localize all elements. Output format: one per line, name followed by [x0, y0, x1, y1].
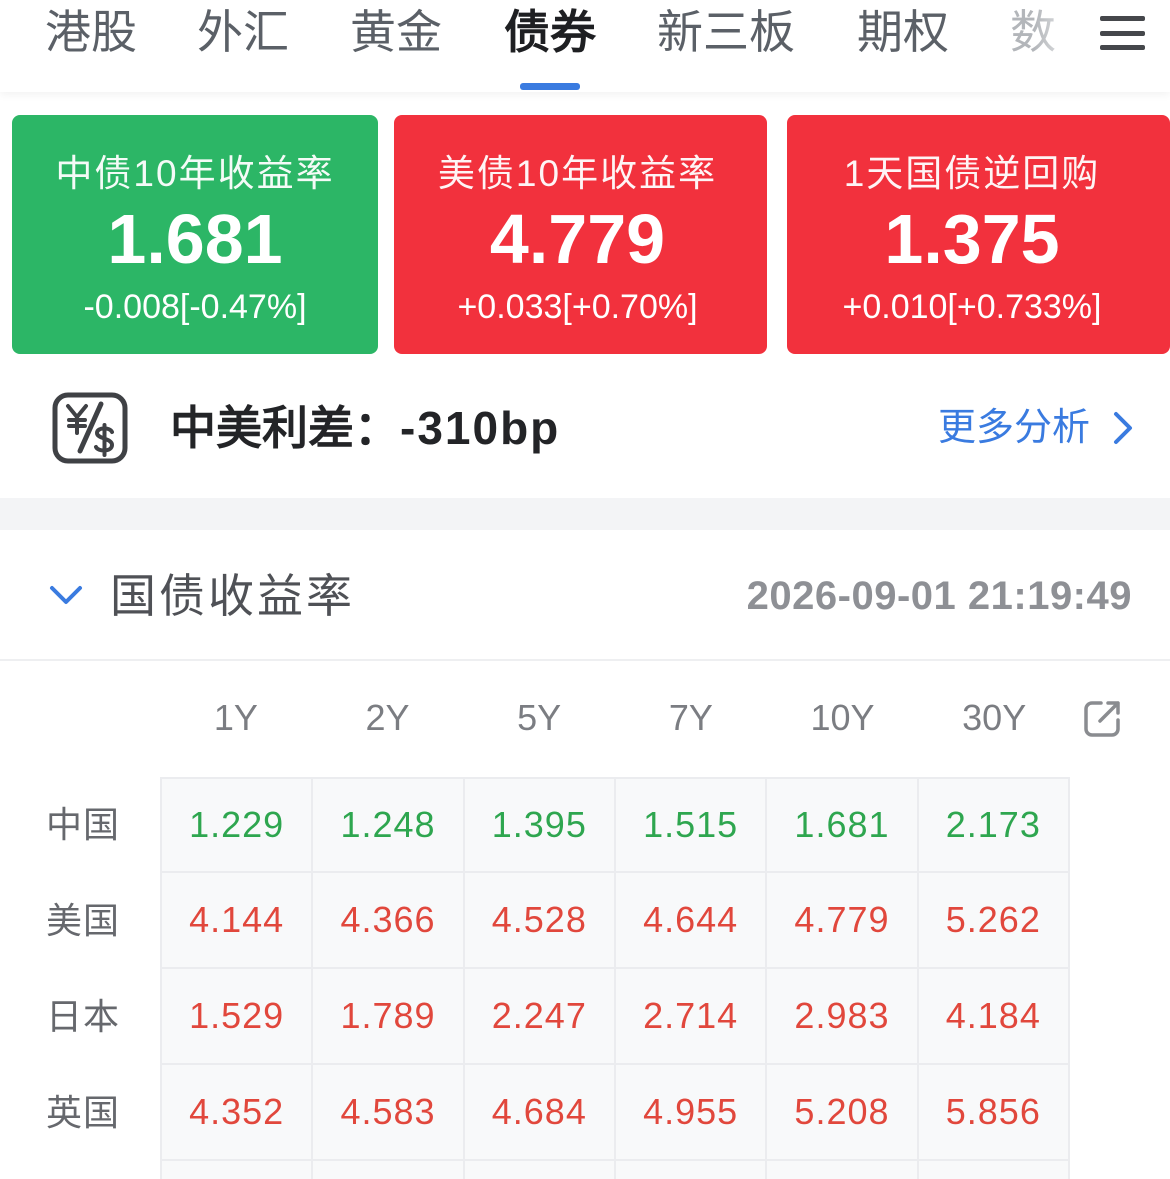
row-label: 英国: [46, 1092, 121, 1133]
yield-cell: 2.173: [918, 777, 1070, 873]
spread-value: -310bp: [400, 402, 561, 454]
yield-cell: 4.779: [767, 873, 919, 969]
column-header: 7Y: [668, 697, 713, 738]
table-header: 1Y 2Y 5Y 7Y 10Y 30Y: [160, 694, 1070, 742]
yield-cell: 4.352: [162, 1065, 314, 1161]
yield-cell: 1.789: [313, 969, 465, 1065]
tab-overflow-fade: [1034, 0, 1098, 70]
yield-cell: 5.856: [918, 1065, 1070, 1161]
yield-cell: 5.208: [767, 1065, 919, 1161]
row-values: 4.144 4.366 4.528 4.644 4.779 5.262: [160, 873, 1070, 969]
column-header: 10Y: [810, 697, 875, 738]
yield-cell: 4.184: [918, 969, 1070, 1065]
yield-cell: 2.247: [464, 969, 616, 1065]
us-10y-yield-card[interactable]: 美债10年收益率 4.779 +0.033[+0.70%]: [394, 115, 767, 354]
yield-cell: 4.684: [464, 1065, 616, 1161]
table-row-uk[interactable]: 英国 4.352 4.583 4.684 4.955 5.208 5.856: [0, 1065, 1170, 1161]
tab-gold[interactable]: 黄金: [350, 4, 442, 60]
yield-cell: 4.955: [615, 1065, 768, 1161]
yield-cell: 2.714: [615, 969, 768, 1065]
column-header: 2Y: [365, 697, 410, 738]
spread-label: 中美利差：: [170, 402, 400, 454]
overnight-repo-card[interactable]: 1天国债逆回购 1.375 +0.010[+0.733%]: [787, 115, 1170, 354]
tab-options[interactable]: 期权: [857, 4, 949, 60]
card-value: 4.779: [489, 200, 666, 278]
column-header: 5Y: [517, 697, 562, 738]
row-values: [160, 1161, 1070, 1179]
yield-cell: 1.248: [313, 777, 465, 873]
table-row-china[interactable]: 中国 1.229 1.248 1.395 1.515 1.681 2.173: [0, 777, 1170, 873]
table-row-usa[interactable]: 美国 4.144 4.366 4.528 4.644 4.779 5.262: [0, 873, 1170, 969]
yield-cell: 1.515: [615, 777, 768, 873]
chevron-down-icon[interactable]: [48, 583, 84, 607]
yield-cell: 5.262: [918, 873, 1070, 969]
row-label: 中国: [46, 804, 121, 845]
card-change: +0.033[+0.70%]: [457, 288, 698, 326]
tab-new-third-board[interactable]: 新三板: [657, 4, 795, 60]
card-title: 中债10年收益率: [55, 153, 335, 194]
yield-cell: [464, 1161, 616, 1179]
section-separator: [0, 498, 1170, 530]
cn-us-spread: 中美利差：-310bp: [170, 400, 560, 456]
row-values: 1.229 1.248 1.395 1.515 1.681 2.173: [160, 777, 1070, 873]
card-value: 1.375: [884, 200, 1060, 278]
yield-cell: 4.583: [313, 1065, 465, 1161]
tab-forex[interactable]: 外汇: [197, 4, 289, 60]
section-title: 国债收益率: [110, 570, 355, 622]
table-row-next: [0, 1161, 1170, 1179]
yield-cell: [313, 1161, 465, 1179]
row-label: 美国: [46, 900, 121, 941]
row-values: 1.529 1.789 2.247 2.714 2.983 4.184: [160, 969, 1070, 1065]
yield-cell: 1.229: [162, 777, 314, 873]
yield-cell: 1.681: [767, 777, 919, 873]
tab-bonds[interactable]: 债券: [504, 4, 596, 60]
yield-cell: 1.529: [162, 969, 314, 1065]
card-change: -0.008[-0.47%]: [83, 288, 307, 326]
market-tab-bar: 港股 外汇 黄金 债券 新三板 期权 数: [0, 0, 1170, 92]
chevron-right-icon[interactable]: [1111, 410, 1135, 446]
card-title: 1天国债逆回购: [843, 153, 1101, 194]
yield-cell: 2.983: [767, 969, 919, 1065]
row-values: 4.352 4.583 4.684 4.955 5.208 5.856: [160, 1065, 1070, 1161]
tab-hk-stocks[interactable]: 港股: [45, 4, 137, 60]
external-link-icon[interactable]: [1081, 698, 1123, 740]
currency-exchange-icon: [52, 392, 128, 464]
hamburger-menu-icon[interactable]: [1098, 12, 1147, 54]
yield-cell: [767, 1161, 919, 1179]
divider: [0, 659, 1170, 661]
column-header: 1Y: [213, 697, 258, 738]
active-tab-indicator: [520, 83, 580, 90]
yield-cell: 4.366: [313, 873, 465, 969]
yield-cell: [162, 1161, 314, 1179]
table-row-japan[interactable]: 日本 1.529 1.789 2.247 2.714 2.983 4.184: [0, 969, 1170, 1065]
yield-cell: 4.144: [162, 873, 314, 969]
more-analysis-link[interactable]: 更多分析: [938, 404, 1090, 452]
row-label: 日本: [46, 996, 121, 1037]
yield-cell: 1.395: [464, 777, 616, 873]
cn-10y-yield-card[interactable]: 中债10年收益率 1.681 -0.008[-0.47%]: [12, 115, 378, 354]
yield-cell: 4.528: [464, 873, 616, 969]
yield-cell: [615, 1161, 768, 1179]
update-timestamp: 2026-09-01 21:19:49: [746, 574, 1132, 618]
card-title: 美债10年收益率: [437, 153, 718, 194]
card-change: +0.010[+0.733%]: [842, 288, 1102, 326]
column-header: 30Y: [962, 697, 1027, 738]
card-value: 1.681: [107, 200, 283, 278]
yield-cell: [918, 1161, 1070, 1179]
yield-cell: 4.644: [615, 873, 768, 969]
